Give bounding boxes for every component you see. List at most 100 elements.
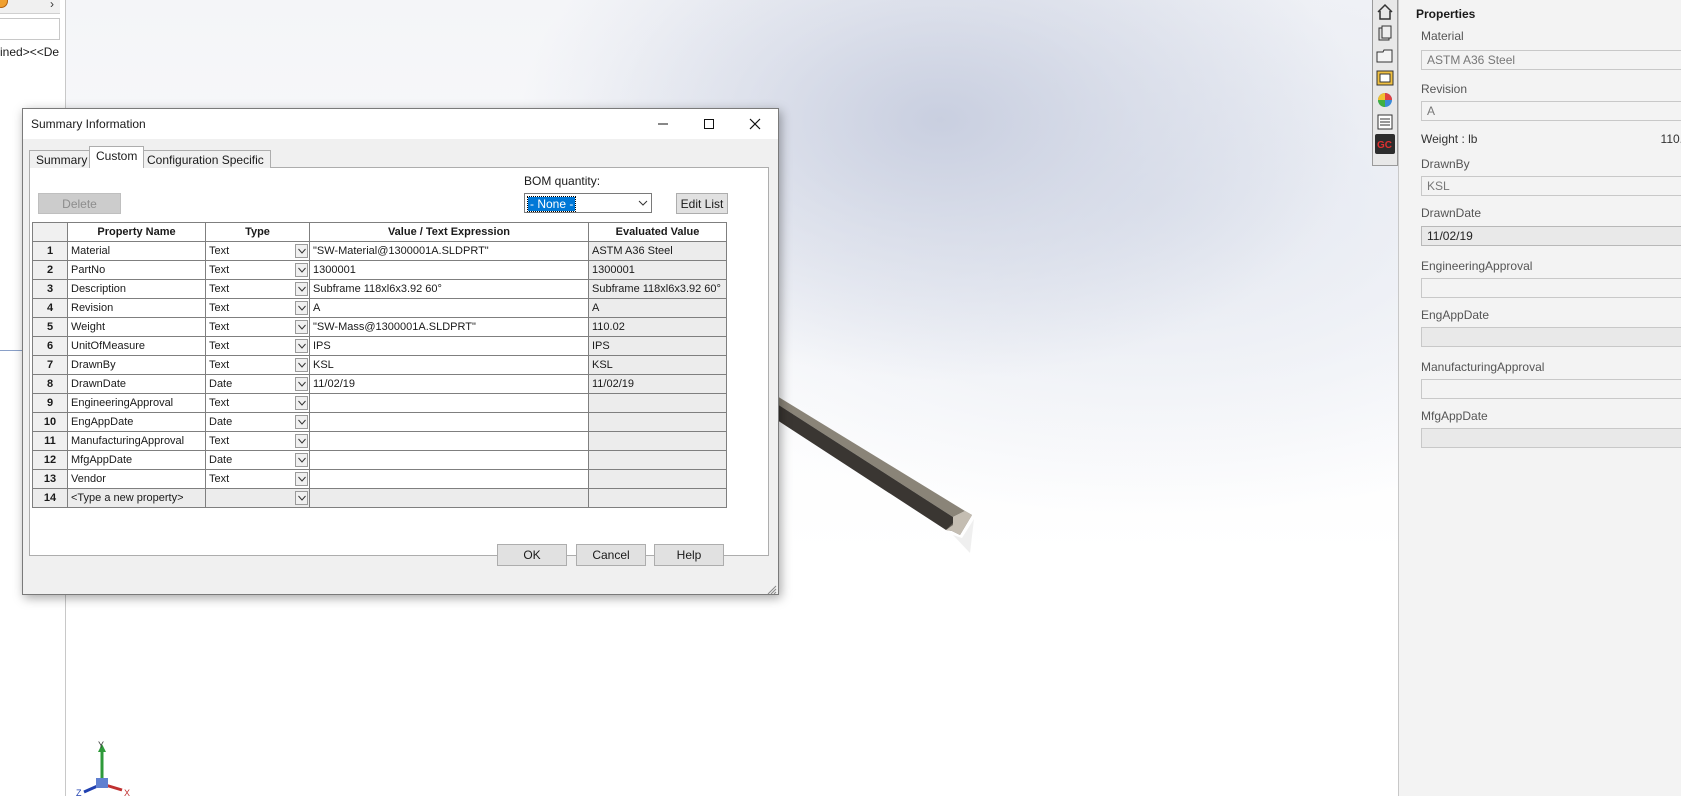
column-header[interactable]: Value / Text Expression — [309, 222, 589, 242]
value-cell[interactable] — [309, 469, 589, 489]
value-cell[interactable] — [309, 431, 589, 451]
value-cell[interactable]: A — [309, 298, 589, 318]
drawnby-field[interactable]: KSL — [1421, 176, 1681, 196]
value-cell[interactable]: IPS — [309, 336, 589, 356]
tab-configuration-specific[interactable]: Configuration Specific — [140, 150, 271, 168]
row-number[interactable]: 5 — [32, 317, 68, 337]
property-name-cell[interactable]: MfgAppDate — [67, 450, 206, 470]
row-number[interactable]: 12 — [32, 450, 68, 470]
property-name-cell[interactable]: EngAppDate — [67, 412, 206, 432]
delete-button[interactable]: Delete — [38, 193, 121, 214]
type-cell[interactable]: Text — [205, 469, 310, 489]
type-cell[interactable]: Text — [205, 336, 310, 356]
chevron-down-icon[interactable] — [295, 301, 308, 315]
gc-icon[interactable]: GC — [1375, 134, 1395, 154]
chevron-down-icon[interactable] — [295, 282, 308, 296]
row-number[interactable]: 3 — [32, 279, 68, 299]
resize-grip-icon[interactable] — [767, 585, 777, 595]
value-cell[interactable]: 11/02/19 — [309, 374, 589, 394]
custom-properties-icon[interactable] — [1375, 112, 1395, 132]
chevron-down-icon[interactable] — [295, 396, 308, 410]
chevron-down-icon[interactable] — [295, 320, 308, 334]
column-header[interactable]: Property Name — [67, 222, 206, 242]
row-number[interactable]: 2 — [32, 260, 68, 280]
property-name-cell[interactable]: EngineeringApproval — [67, 393, 206, 413]
chevron-down-icon[interactable] — [295, 491, 308, 505]
row-number[interactable]: 14 — [32, 488, 68, 508]
chevron-down-icon[interactable] — [295, 244, 308, 258]
chevron-down-icon[interactable] — [295, 339, 308, 353]
chevron-down-icon[interactable] — [295, 434, 308, 448]
property-name-cell[interactable]: DrawnDate — [67, 374, 206, 394]
close-button[interactable] — [732, 109, 778, 139]
parts-icon[interactable] — [1375, 24, 1395, 44]
value-cell[interactable] — [309, 450, 589, 470]
value-cell[interactable]: Subframe 118xl6x3.92 60° — [309, 279, 589, 299]
property-name-cell[interactable]: Material — [67, 241, 206, 261]
folder-icon[interactable] — [1375, 46, 1395, 66]
type-cell[interactable]: Text — [205, 431, 310, 451]
ok-button[interactable]: OK — [497, 544, 567, 566]
property-name-cell[interactable]: ManufacturingApproval — [67, 431, 206, 451]
type-cell[interactable]: Text — [205, 260, 310, 280]
value-cell[interactable]: "SW-Material@1300001A.SLDPRT" — [309, 241, 589, 261]
property-name-cell[interactable]: DrawnBy — [67, 355, 206, 375]
chevron-down-icon[interactable] — [295, 263, 308, 277]
value-cell[interactable]: "SW-Mass@1300001A.SLDPRT" — [309, 317, 589, 337]
row-number[interactable]: 6 — [32, 336, 68, 356]
chevron-down-icon[interactable] — [295, 453, 308, 467]
chevron-down-icon[interactable] — [295, 358, 308, 372]
engapproval-field[interactable] — [1421, 278, 1681, 298]
appearance-icon[interactable] — [1375, 90, 1395, 110]
bom-quantity-select[interactable]: - None - — [524, 193, 652, 213]
property-name-cell[interactable]: UnitOfMeasure — [67, 336, 206, 356]
corner-cell[interactable] — [32, 222, 68, 242]
property-name-cell[interactable]: Vendor — [67, 469, 206, 489]
value-cell[interactable]: 1300001 — [309, 260, 589, 280]
type-cell[interactable]: Date — [205, 374, 310, 394]
type-cell[interactable]: Text — [205, 355, 310, 375]
property-name-cell[interactable]: Revision — [67, 298, 206, 318]
type-cell[interactable] — [205, 488, 310, 508]
value-cell[interactable] — [309, 412, 589, 432]
column-header[interactable]: Evaluated Value — [588, 222, 727, 242]
property-name-cell[interactable]: Weight — [67, 317, 206, 337]
revision-field[interactable]: A — [1421, 101, 1681, 121]
row-number[interactable]: 11 — [32, 431, 68, 451]
property-name-cell[interactable]: PartNo — [67, 260, 206, 280]
row-number[interactable]: 13 — [32, 469, 68, 489]
type-cell[interactable]: Text — [205, 279, 310, 299]
value-cell[interactable] — [309, 488, 589, 508]
chevron-down-icon[interactable] — [295, 472, 308, 486]
tree-node[interactable]: ined><<De — [0, 45, 59, 59]
type-cell[interactable]: Text — [205, 317, 310, 337]
row-number[interactable]: 8 — [32, 374, 68, 394]
view-palette-icon[interactable] — [1375, 68, 1395, 88]
maximize-button[interactable] — [686, 109, 732, 139]
property-name-cell[interactable]: <Type a new property> — [67, 488, 206, 508]
tree-filter-input[interactable] — [0, 18, 60, 40]
row-number[interactable]: 9 — [32, 393, 68, 413]
row-number[interactable]: 10 — [32, 412, 68, 432]
edit-list-button[interactable]: Edit List — [676, 193, 728, 214]
minimize-button[interactable] — [640, 109, 686, 139]
help-button[interactable]: Help — [654, 544, 724, 566]
material-field[interactable]: ASTM A36 Steel — [1421, 50, 1681, 70]
dialog-titlebar[interactable]: Summary Information — [23, 109, 778, 139]
tab-summary[interactable]: Summary — [29, 150, 95, 168]
type-cell[interactable]: Date — [205, 412, 310, 432]
drawndate-field[interactable]: 11/02/19 — [1421, 226, 1681, 246]
row-number[interactable]: 4 — [32, 298, 68, 318]
value-cell[interactable]: KSL — [309, 355, 589, 375]
engappdate-field[interactable] — [1421, 327, 1681, 347]
cancel-button[interactable]: Cancel — [576, 544, 646, 566]
chevron-down-icon[interactable] — [295, 377, 308, 391]
row-number[interactable]: 7 — [32, 355, 68, 375]
tab-custom[interactable]: Custom — [89, 146, 145, 168]
value-cell[interactable] — [309, 393, 589, 413]
type-cell[interactable]: Date — [205, 450, 310, 470]
home-icon[interactable] — [1375, 2, 1395, 22]
chevron-right-icon[interactable]: › — [50, 0, 54, 11]
property-name-cell[interactable]: Description — [67, 279, 206, 299]
row-number[interactable]: 1 — [32, 241, 68, 261]
